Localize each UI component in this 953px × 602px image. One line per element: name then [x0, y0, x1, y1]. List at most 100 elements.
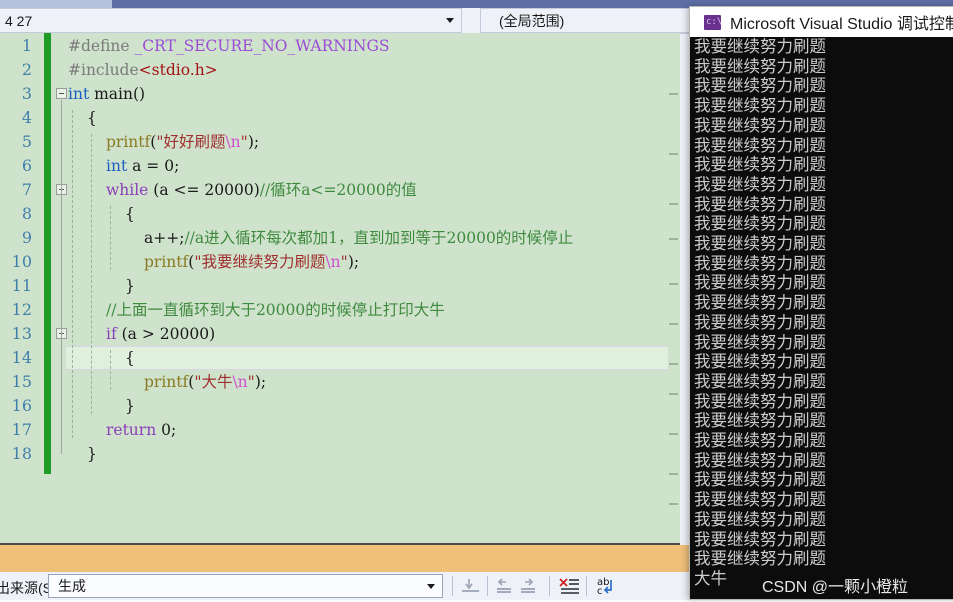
- code-line[interactable]: int main(): [68, 82, 145, 106]
- code-line[interactable]: {: [87, 106, 97, 130]
- line-number: 4: [21, 108, 32, 127]
- console-line: 我要继续努力刷题: [694, 490, 826, 510]
- code-token: );: [247, 133, 260, 151]
- console-line: 我要继续努力刷题: [694, 115, 826, 135]
- toolbar-divider: [549, 576, 550, 596]
- navigate-back-icon[interactable]: [492, 575, 518, 597]
- code-token: 0: [161, 421, 171, 439]
- code-token: (a >: [116, 325, 160, 343]
- code-token: 20000: [159, 325, 210, 343]
- console-title-bar[interactable]: Microsoft Visual Studio 调试控制台: [690, 7, 953, 37]
- navigate-forward-icon[interactable]: [518, 575, 544, 597]
- code-token: );: [347, 253, 360, 271]
- code-line[interactable]: while (a <= 20000)//循环a<=20000的值: [106, 178, 417, 202]
- console-line: 我要继续努力刷题: [694, 96, 826, 116]
- visual-studio-window: 4 27 (全局范围) 1 #define _CRT_SECURE_NO_WARN…: [0, 0, 953, 600]
- scrollbar-marker: [669, 473, 678, 475]
- go-to-line-icon[interactable]: [458, 575, 484, 597]
- code-token: }: [125, 397, 135, 415]
- code-token: {: [125, 349, 135, 367]
- code-line[interactable]: }: [125, 274, 135, 298]
- code-line[interactable]: {: [125, 346, 135, 370]
- code-line[interactable]: }: [125, 394, 135, 418]
- toolbar-divider: [586, 576, 587, 596]
- console-line: 我要继续努力刷题: [694, 194, 826, 214]
- output-pane-separator: [0, 545, 690, 572]
- chevron-down-icon[interactable]: [446, 18, 454, 23]
- code-token: int: [68, 85, 90, 103]
- code-token: //上面一直循环到大于20000的时候停止打印大牛: [106, 301, 445, 319]
- console-line: 我要继续努力刷题: [694, 155, 826, 175]
- code-line[interactable]: #define _CRT_SECURE_NO_WARNINGS: [68, 34, 390, 58]
- code-token: ": [240, 133, 248, 151]
- line-number: 1: [21, 36, 32, 55]
- code-editor[interactable]: 1 #define _CRT_SECURE_NO_WARNINGS 2 #includ…: [0, 33, 680, 543]
- code-token: while: [106, 181, 149, 199]
- console-app-icon: [704, 14, 722, 30]
- code-token: }: [125, 277, 135, 295]
- code-line[interactable]: printf("大牛\n");: [144, 370, 266, 394]
- chevron-down-icon[interactable]: [427, 584, 435, 589]
- code-token: (a <=: [148, 181, 205, 199]
- navigation-scope-dropdown-right[interactable]: (全局范围): [480, 8, 695, 33]
- code-fold-toggle[interactable]: [56, 88, 67, 99]
- console-line: 我要继续努力刷题: [694, 174, 826, 194]
- output-source-dropdown[interactable]: 生成: [48, 574, 443, 598]
- code-line[interactable]: //上面一直循环到大于20000的时候停止打印大牛: [106, 298, 445, 322]
- console-line: 我要继续努力刷题: [694, 352, 826, 372]
- clear-all-icon[interactable]: [556, 575, 582, 597]
- code-line[interactable]: printf("我要继续努力刷题\n");: [144, 250, 359, 274]
- scrollbar-marker: [669, 93, 678, 95]
- current-line-highlight: [66, 346, 680, 370]
- saved-changes-bar: [44, 33, 51, 474]
- line-number: 10: [11, 252, 32, 271]
- scrollbar-marker: [669, 393, 678, 395]
- code-token: _CRT_SECURE_NO_WARNINGS: [134, 37, 390, 55]
- code-line[interactable]: int a = 0;: [106, 154, 179, 178]
- console-line: 我要继续努力刷题: [694, 391, 826, 411]
- code-token: {: [87, 109, 97, 127]
- code-token: \n: [225, 133, 241, 151]
- line-number: 14: [11, 348, 32, 367]
- code-line[interactable]: a++;//a进入循环每次都加1，直到加到等于20000的时候停止: [144, 226, 573, 250]
- console-line: 我要继续努力刷题: [694, 234, 826, 254]
- line-number: 7: [21, 180, 32, 199]
- editor-vertical-scrollbar[interactable]: [668, 33, 680, 543]
- code-token: \n: [232, 373, 248, 391]
- line-number: 13: [11, 324, 32, 343]
- console-line: 我要继续努力刷题: [694, 273, 826, 293]
- line-number: 3: [21, 84, 32, 103]
- code-line[interactable]: {: [125, 202, 135, 226]
- code-line[interactable]: #include<stdio.h>: [68, 58, 218, 82]
- console-line: 我要继续努力刷题: [694, 37, 826, 56]
- console-line: 我要继续努力刷题: [694, 56, 826, 76]
- code-token: a =: [127, 157, 165, 175]
- code-token: \n: [325, 253, 341, 271]
- console-line: 我要继续努力刷题: [694, 332, 826, 352]
- csdn-watermark: CSDN @一颗小橙粒: [762, 579, 909, 596]
- code-line[interactable]: return 0;: [106, 418, 176, 442]
- code-token: ": [340, 253, 348, 271]
- console-line: 我要继续努力刷题: [694, 411, 826, 431]
- line-number: 11: [11, 276, 32, 295]
- debug-console-window[interactable]: Microsoft Visual Studio 调试控制台 我要继续努力刷题我要…: [689, 6, 953, 600]
- code-token: "好好刷题: [156, 133, 226, 151]
- indent-guide: [110, 206, 111, 270]
- fold-region-line: [61, 340, 62, 406]
- code-token: ): [209, 325, 216, 343]
- console-title-text: Microsoft Visual Studio 调试控制台: [730, 16, 953, 33]
- line-number: 5: [21, 132, 32, 151]
- code-token: main(): [89, 85, 146, 103]
- console-line: 我要继续努力刷题: [694, 450, 826, 470]
- code-line[interactable]: if (a > 20000): [106, 322, 215, 346]
- output-source-value: 生成: [58, 578, 86, 594]
- code-line[interactable]: }: [87, 442, 97, 466]
- navigation-scope-dropdown-left[interactable]: 4 27: [0, 8, 462, 33]
- indent-guide: [110, 350, 111, 390]
- line-number: 6: [21, 156, 32, 175]
- console-line: 我要继续努力刷题: [694, 135, 826, 155]
- code-line[interactable]: printf("好好刷题\n");: [106, 130, 259, 154]
- scrollbar-marker: [669, 203, 678, 205]
- code-token: ;: [174, 157, 180, 175]
- toggle-word-wrap-icon[interactable]: ab c: [594, 575, 620, 597]
